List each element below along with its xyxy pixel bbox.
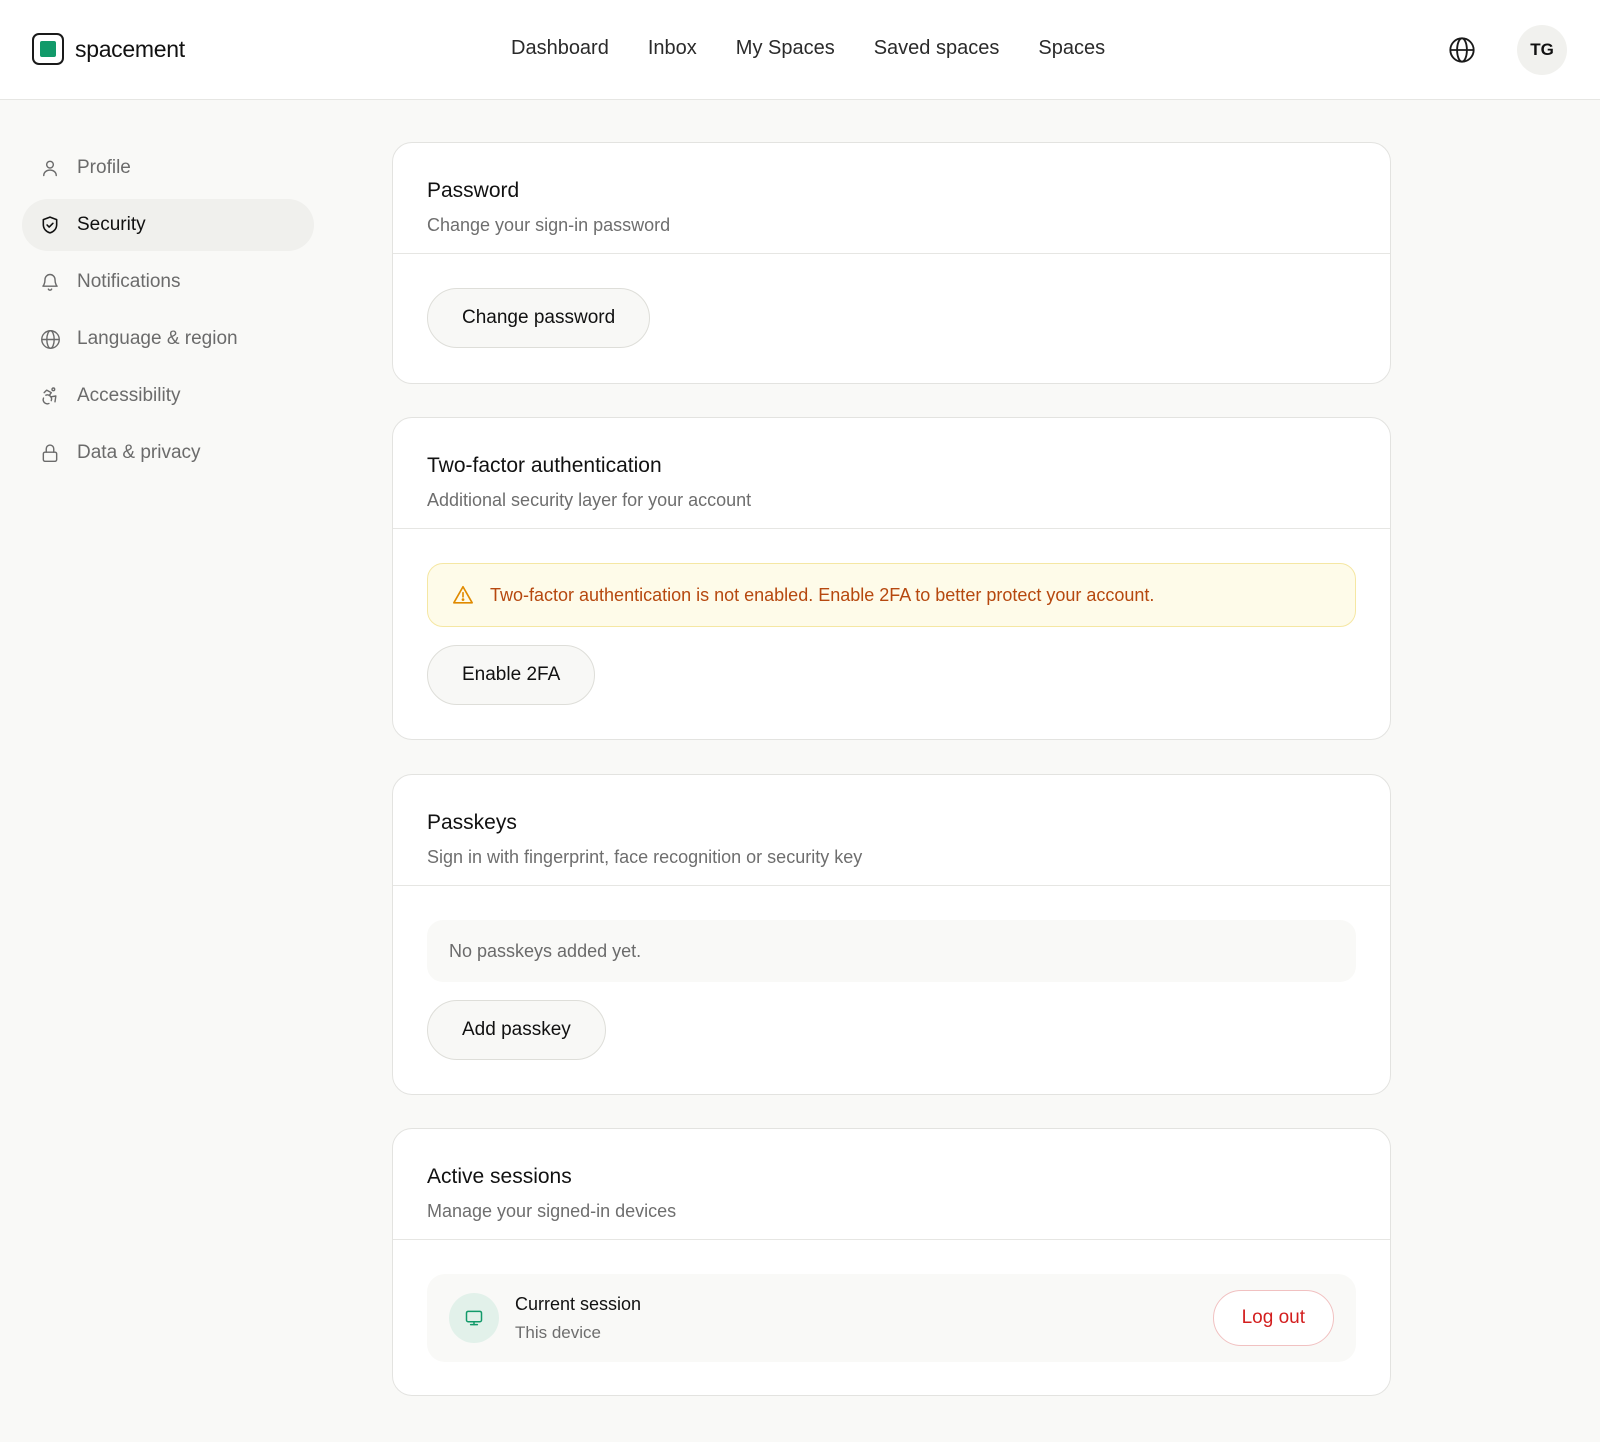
- password-card: Password Change your sign-in password Ch…: [392, 142, 1391, 384]
- password-title: Password: [427, 179, 520, 202]
- passkeys-title: Passkeys: [427, 811, 517, 834]
- sidebar-item-security[interactable]: Security: [22, 199, 314, 251]
- logo-mark-icon: [32, 33, 64, 65]
- shield-icon: [39, 214, 61, 236]
- warning-icon: [452, 584, 474, 606]
- passkeys-card: Passkeys Sign in with fingerprint, face …: [392, 774, 1391, 1095]
- session-info: Current session This device: [515, 1294, 641, 1343]
- sidebar-item-profile[interactable]: Profile: [22, 142, 314, 194]
- nav-spaces[interactable]: Spaces: [1038, 37, 1105, 60]
- sidebar-item-label: Language & region: [77, 328, 238, 349]
- brand-name: spacement: [75, 35, 185, 62]
- sidebar-item-accessibility[interactable]: Accessibility: [22, 370, 314, 422]
- globe-icon: [39, 328, 61, 350]
- two-factor-card: Two-factor authentication Additional sec…: [392, 417, 1391, 740]
- passkeys-card-body: No passkeys added yet. Add passkey: [393, 886, 1390, 1094]
- sidebar-item-data-privacy[interactable]: Data & privacy: [22, 427, 314, 479]
- sidebar-item-notifications[interactable]: Notifications: [22, 256, 314, 308]
- sidebar-item-language[interactable]: Language & region: [22, 313, 314, 365]
- sessions-subtitle: Manage your signed-in devices: [427, 1201, 677, 1221]
- two-factor-subtitle: Additional security layer for your accou…: [427, 490, 752, 510]
- two-factor-card-header: Two-factor authentication Additional sec…: [393, 418, 1390, 529]
- sessions-card: Active sessions Manage your signed-in de…: [392, 1128, 1391, 1396]
- sidebar-item-label: Accessibility: [77, 385, 181, 406]
- monitor-icon: [449, 1293, 499, 1343]
- sidebar-item-label: Security: [77, 214, 146, 235]
- sessions-title: Active sessions: [427, 1165, 572, 1188]
- accessibility-icon: [39, 385, 61, 407]
- logout-button[interactable]: Log out: [1212, 1290, 1334, 1346]
- enable-2fa-button[interactable]: Enable 2FA: [427, 645, 596, 705]
- add-passkey-button[interactable]: Add passkey: [427, 1000, 606, 1060]
- nav-my-spaces[interactable]: My Spaces: [736, 37, 835, 60]
- nav-saved-spaces[interactable]: Saved spaces: [874, 37, 1000, 60]
- sessions-card-header: Active sessions Manage your signed-in de…: [393, 1129, 1390, 1240]
- sidebar-item-label: Data & privacy: [77, 442, 201, 463]
- current-session-row: Current session This device Log out: [427, 1274, 1356, 1362]
- user-icon: [39, 157, 61, 179]
- avatar[interactable]: TG: [1517, 25, 1567, 75]
- two-factor-title: Two-factor authentication: [427, 454, 662, 477]
- settings-sidebar: Profile Security Notifications Language …: [22, 142, 314, 484]
- sidebar-item-label: Notifications: [77, 271, 181, 292]
- nav-inbox[interactable]: Inbox: [648, 37, 697, 60]
- two-factor-card-body: Two-factor authentication is not enabled…: [393, 529, 1390, 739]
- globe-icon[interactable]: [1448, 36, 1476, 64]
- passkeys-subtitle: Sign in with fingerprint, face recogniti…: [427, 847, 863, 867]
- warning-text: Two-factor authentication is not enabled…: [490, 584, 1155, 605]
- sidebar-item-label: Profile: [77, 157, 131, 178]
- logo-mark-fill: [40, 41, 56, 57]
- brand-logo[interactable]: spacement: [32, 33, 185, 65]
- session-device: This device: [515, 1322, 601, 1342]
- bell-icon: [39, 271, 61, 293]
- session-title: Current session: [515, 1293, 642, 1314]
- password-card-header: Password Change your sign-in password: [393, 143, 1390, 254]
- passkeys-card-header: Passkeys Sign in with fingerprint, face …: [393, 775, 1390, 886]
- change-password-button[interactable]: Change password: [427, 288, 651, 348]
- password-card-body: Change password: [393, 254, 1390, 382]
- top-header: spacement Dashboard Inbox My Spaces Save…: [0, 0, 1600, 100]
- two-factor-warning: Two-factor authentication is not enabled…: [427, 563, 1356, 627]
- password-subtitle: Change your sign-in password: [427, 215, 671, 235]
- lock-icon: [39, 442, 61, 464]
- sessions-card-body: Current session This device Log out: [393, 1240, 1390, 1395]
- main-nav: Dashboard Inbox My Spaces Saved spaces S…: [511, 37, 1105, 60]
- nav-dashboard[interactable]: Dashboard: [511, 37, 609, 60]
- passkeys-empty-state: No passkeys added yet.: [427, 920, 1356, 982]
